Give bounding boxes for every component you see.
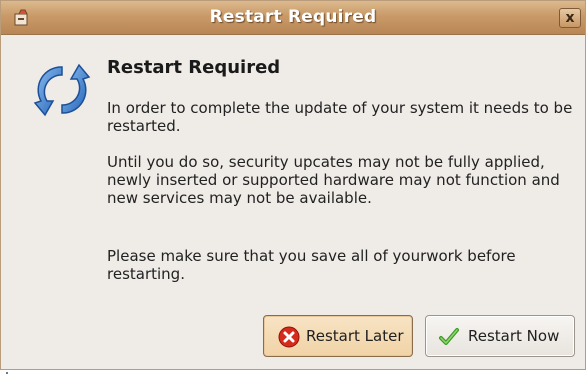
close-button[interactable]: x [559,8,581,28]
restart-required-dialog: Restart Required x Restart Required In o… [0,0,586,370]
restart-later-label: Restart Later [306,327,404,345]
message-paragraph-2: Until you do so, security upcates may no… [107,153,560,207]
message-paragraph-1: In order to complete the update of your … [107,99,573,135]
restart-later-button[interactable]: Restart Later [263,315,413,357]
stray-dot [6,372,8,374]
dialog-heading: Restart Required [107,57,281,78]
green-check-icon [439,328,459,345]
window-title: Restart Required [209,7,377,27]
message-paragraph-3: Please make sure that you save all of yo… [107,247,516,283]
restart-now-button[interactable]: Restart Now [425,315,575,357]
red-x-icon [278,326,300,348]
restart-arrows-icon [33,63,91,117]
title-bar[interactable]: Restart Required x [1,1,585,35]
restart-now-label: Restart Now [468,327,560,345]
close-icon: x [565,10,575,26]
